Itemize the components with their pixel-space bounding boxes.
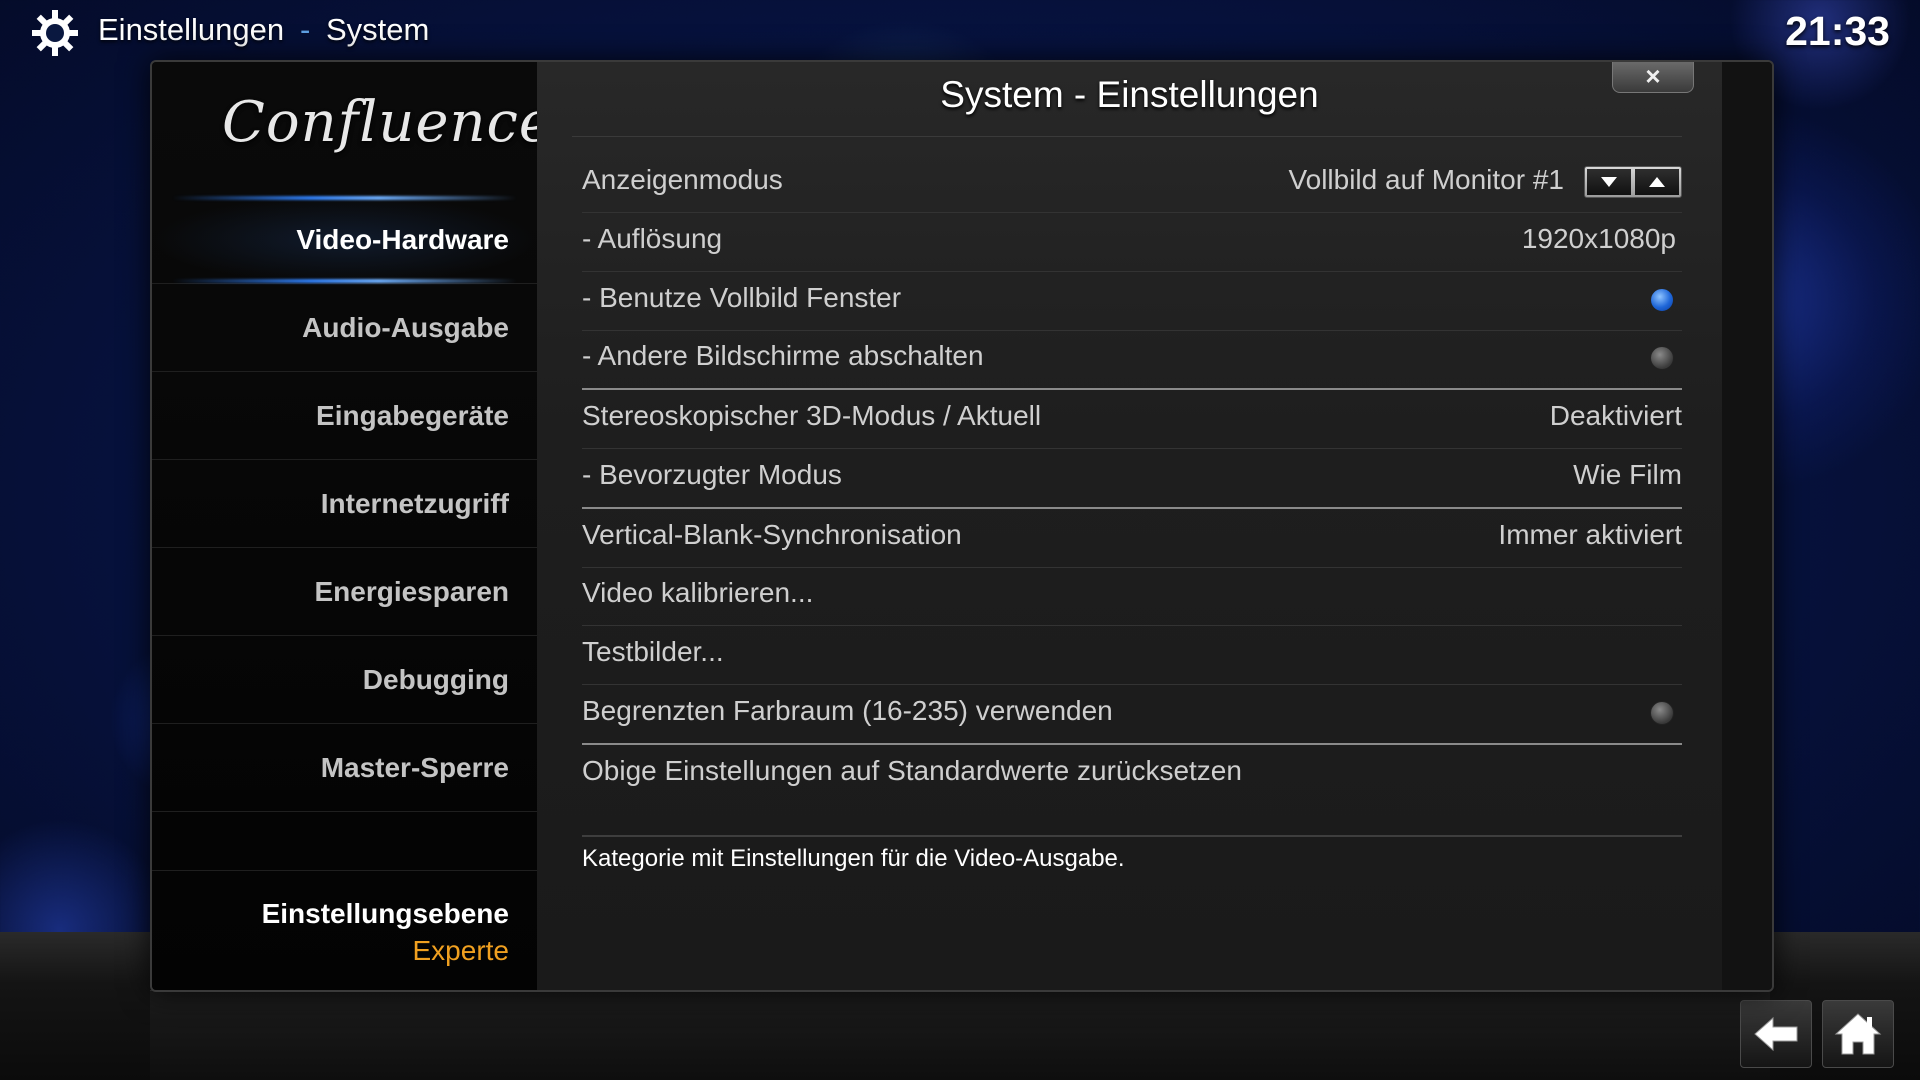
spinner-down-button[interactable]	[1587, 169, 1631, 195]
sidebar-item-audio-ausgabe[interactable]: Audio-Ausgabe	[152, 284, 537, 372]
setting-label: Begrenzten Farbraum (16-235) verwenden	[582, 695, 1113, 726]
top-header: Einstellungen - System 21:33	[0, 0, 1920, 62]
sidebar-item-debugging[interactable]: Debugging	[152, 636, 537, 724]
setting-row-farbraum[interactable]: Begrenzten Farbraum (16-235) verwenden	[582, 685, 1682, 745]
setting-label: - Auflösung	[582, 223, 723, 254]
setting-label: Testbilder...	[582, 636, 724, 667]
setting-label: - Andere Bildschirme abschalten	[582, 340, 984, 371]
sidebar-item-master-sperre[interactable]: Master-Sperre	[152, 724, 537, 812]
settings-dialog: Confluence Video-Hardware Audio-Ausgabe …	[150, 60, 1774, 992]
category-description: Kategorie mit Einstellungen für die Vide…	[582, 845, 1125, 872]
display-mode-spinner	[1584, 166, 1682, 198]
bottom-panel	[150, 990, 1770, 1080]
setting-label: Anzeigenmodus	[582, 164, 783, 195]
setting-label: - Benutze Vollbild Fenster	[582, 282, 902, 313]
setting-row-vollbild-fenster[interactable]: - Benutze Vollbild Fenster	[582, 272, 1682, 331]
title-divider	[572, 136, 1682, 137]
setting-row-testbilder[interactable]: Testbilder...	[582, 626, 1682, 685]
setting-value: Vollbild auf Monitor #1	[1288, 164, 1564, 195]
setting-value: Wie Film	[1573, 459, 1682, 490]
panel-edge	[1722, 62, 1772, 990]
gear-icon	[32, 10, 78, 56]
setting-row-anzeigenmodus[interactable]: Anzeigenmodus Vollbild auf Monitor #1	[582, 154, 1682, 213]
setting-row-stereoskopisch[interactable]: Stereoskopischer 3D-Modus / Aktuell Deak…	[582, 390, 1682, 449]
setting-value: Deaktiviert	[1549, 400, 1682, 431]
back-button[interactable]	[1740, 1000, 1812, 1068]
sidebar-item-internetzugriff[interactable]: Internetzugriff	[152, 460, 537, 548]
setting-value: 1920x1080p	[1521, 223, 1676, 254]
spinner-up-button[interactable]	[1635, 169, 1679, 195]
settings-level-value: Experte	[412, 935, 510, 966]
sidebar: Confluence Video-Hardware Audio-Ausgabe …	[152, 62, 554, 990]
confluence-logo: Confluence	[222, 90, 554, 155]
setting-label: Obige Einstellungen auf Standardwerte zu…	[582, 755, 1242, 786]
setting-row-bildschirme-abschalten[interactable]: - Andere Bildschirme abschalten	[582, 330, 1682, 390]
radio-checked-icon[interactable]	[1650, 288, 1674, 312]
description-divider	[582, 835, 1682, 837]
settings-level-label: Einstellungsebene	[261, 898, 509, 929]
sidebar-item-eingabegeraete[interactable]: Eingabegeräte	[152, 372, 537, 460]
header-title: Einstellungen	[98, 12, 285, 47]
setting-label: Vertical-Blank-Synchronisation	[582, 519, 962, 550]
setting-row-vsync[interactable]: Vertical-Blank-Synchronisation Immer akt…	[582, 509, 1682, 568]
triangle-up-icon	[1649, 177, 1665, 187]
setting-row-aufloesung[interactable]: - Auflösung 1920x1080p	[582, 213, 1682, 272]
clock: 21:33	[1785, 8, 1890, 54]
triangle-down-icon	[1601, 177, 1617, 187]
setting-row-video-kalibrieren[interactable]: Video kalibrieren...	[582, 567, 1682, 626]
setting-row-bevorzugter-modus[interactable]: - Bevorzugter Modus Wie Film	[582, 449, 1682, 509]
radio-unchecked-icon[interactable]	[1650, 701, 1674, 725]
header-separator: -	[300, 12, 311, 47]
home-button[interactable]	[1822, 1000, 1894, 1068]
dialog-title: System - Einstellungen	[940, 74, 1319, 115]
back-arrow-icon	[1754, 1016, 1798, 1052]
setting-value: Immer aktiviert	[1498, 519, 1682, 550]
setting-label: Stereoskopischer 3D-Modus / Aktuell	[582, 400, 1042, 431]
sidebar-item-energiesparen[interactable]: Energiesparen	[152, 548, 537, 636]
setting-label: Video kalibrieren...	[582, 577, 814, 608]
setting-row-reset[interactable]: Obige Einstellungen auf Standardwerte zu…	[582, 745, 1682, 803]
setting-label: - Bevorzugter Modus	[582, 459, 842, 490]
radio-unchecked-icon[interactable]	[1650, 346, 1674, 370]
home-icon	[1834, 1013, 1882, 1055]
sidebar-item-video-hardware[interactable]: Video-Hardware	[152, 196, 537, 284]
header-subtitle: System	[326, 12, 430, 47]
settings-level-toggle[interactable]: Einstellungsebene Experte	[152, 870, 537, 990]
